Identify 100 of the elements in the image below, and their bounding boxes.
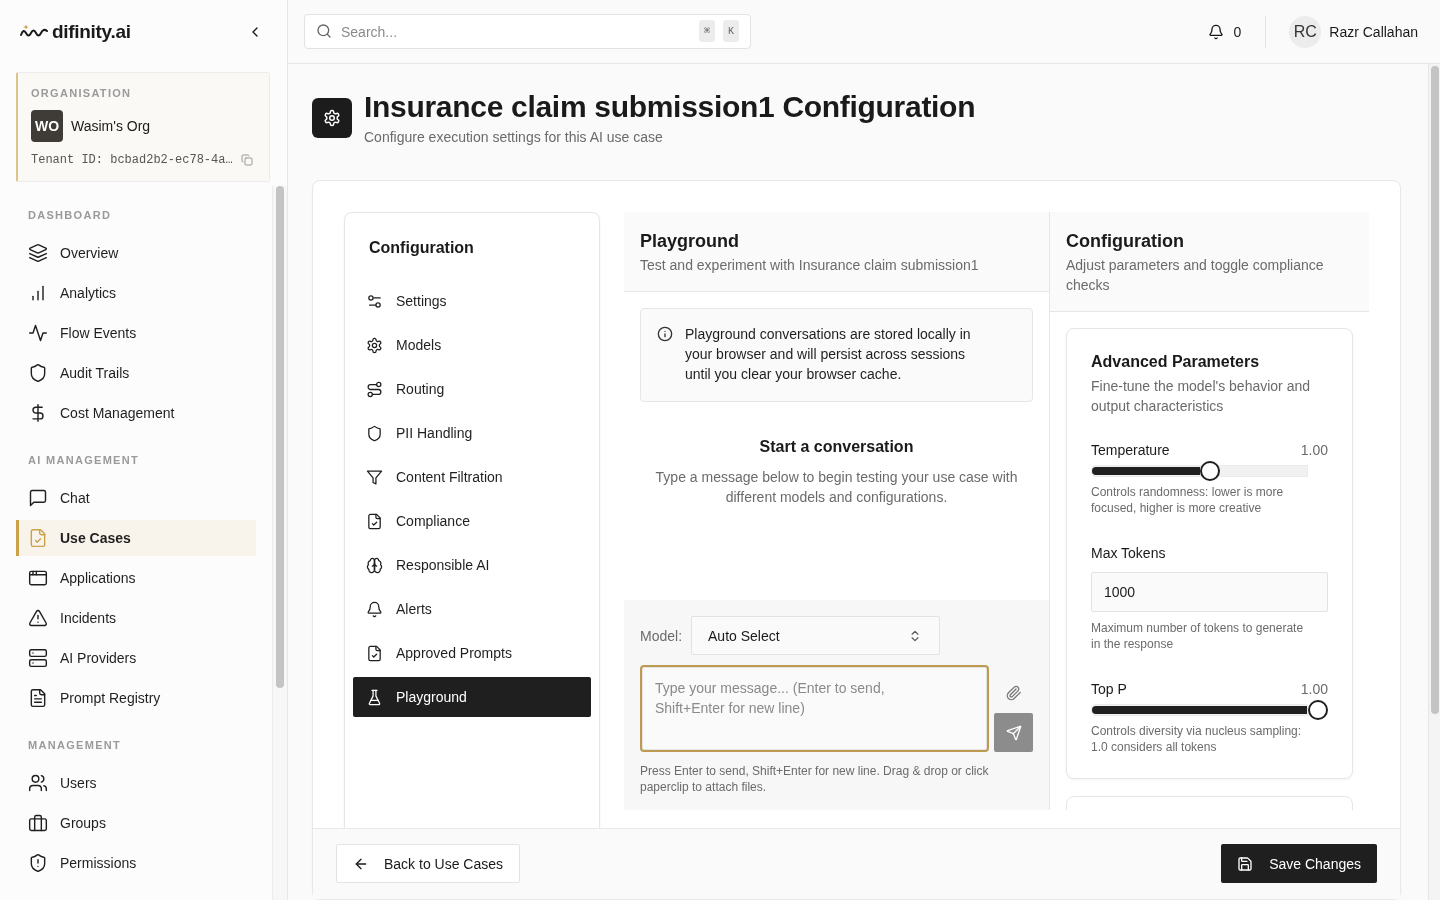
flask-icon: [366, 688, 383, 706]
gear-icon: [312, 98, 352, 138]
help-text: Controls diversity via nucleus sampling: 1.0 considers all tokens: [1091, 723, 1303, 755]
config-nav-item[interactable]: Playground: [353, 677, 591, 717]
brain-icon: [366, 556, 383, 574]
slider-thumb[interactable]: [1308, 700, 1328, 720]
file-check-icon: [28, 528, 48, 548]
config-nav-item[interactable]: Models: [353, 325, 591, 365]
sidebar-item[interactable]: Cost Management: [16, 395, 256, 431]
panel-title: Configuration: [368, 238, 475, 258]
user-avatar[interactable]: RC: [1289, 15, 1322, 48]
chat-bubble-icon: [28, 488, 48, 508]
sidebar-item[interactable]: Groups: [16, 805, 256, 841]
number-field[interactable]: 1000: [1091, 572, 1328, 612]
hint-text: Press Enter to send, Shift+Enter for new line. Drag & drop or click paperclip to attach files.: [640, 763, 990, 795]
info-icon: [657, 326, 673, 342]
window-icon: [28, 568, 48, 588]
card-subtitle: Fine-tune the model's behavior and output characteristics: [1091, 377, 1312, 416]
sliders-icon: [366, 292, 383, 310]
sidebar-item[interactable]: Use Cases: [16, 520, 256, 556]
empty-state-title: Start a conversation: [758, 437, 915, 457]
sidebar-item[interactable]: AI Providers: [16, 640, 256, 676]
help-text: Maximum number of tokens to generate in the response: [1091, 620, 1305, 652]
gear-icon: [366, 336, 383, 354]
sidebar-item[interactable]: Incidents: [16, 600, 256, 636]
param-reading: 1.00: [1300, 441, 1328, 460]
config-nav-item[interactable]: PII Handling: [353, 413, 591, 453]
sidebar-item[interactable]: Prompt Registry: [16, 680, 256, 716]
notifications-button[interactable]: 0: [1204, 19, 1246, 44]
copy-button[interactable]: [241, 154, 253, 166]
slider-thumb[interactable]: [1200, 461, 1220, 481]
back-button[interactable]: Back to Use Cases: [336, 844, 521, 883]
panel-title: Playground: [640, 230, 740, 253]
section-label: MANAGEMENT: [27, 738, 123, 753]
sidebar-item[interactable]: Applications: [16, 560, 256, 596]
paperclip-icon: [1005, 685, 1022, 701]
user-name: Razr Callahan: [1329, 23, 1418, 40]
document-icon: [28, 688, 48, 708]
param-label: Top P: [1091, 680, 1127, 699]
notice-text: Playground conversations are stored locally in your browser and will persist across sessions until you clear your browser cache.: [685, 325, 972, 384]
file-check-icon: [366, 644, 383, 662]
model-select[interactable]: Auto Select: [691, 616, 941, 655]
server-icon: [28, 648, 48, 668]
model-label: Model:: [640, 627, 683, 644]
config-nav-item[interactable]: Compliance: [353, 501, 591, 541]
save-icon: [1237, 855, 1254, 872]
organisation-label: ORGANISATION: [31, 86, 133, 100]
layers-icon: [28, 243, 48, 263]
shield-icon: [366, 424, 383, 442]
message-field[interactable]: Type your message... (Enter to send, Shift+Enter for new line): [640, 665, 989, 752]
wave-logo-icon: [20, 25, 48, 39]
sidebar-item[interactable]: Analytics: [16, 275, 256, 311]
shield-alert-icon: [28, 853, 48, 873]
pulse-icon: [28, 323, 48, 343]
config-nav-item[interactable]: Responsible AI: [353, 545, 591, 585]
sidebar-item[interactable]: Overview: [16, 235, 256, 271]
send-icon: [1005, 724, 1022, 741]
org-name: Wasim's Org: [71, 118, 151, 134]
shield-icon: [28, 363, 48, 383]
copy-icon: [241, 154, 253, 166]
section-label: DASHBOARD: [27, 208, 113, 223]
config-nav-item[interactable]: Content Filtration: [353, 457, 591, 497]
brand-name: difinity.ai: [52, 21, 131, 43]
route-icon: [366, 380, 383, 398]
briefcase-icon: [28, 813, 48, 833]
help-text: Controls randomness: lower is more focused, higher is more creative: [1091, 484, 1285, 516]
bell-icon: [1208, 23, 1225, 40]
config-nav-item[interactable]: Routing: [353, 369, 591, 409]
card-title: Advanced Parameters: [1091, 352, 1261, 372]
org-avatar: WO: [31, 110, 63, 142]
page-title: Insurance claim submission1 Configuration: [364, 89, 976, 125]
sidebar-item[interactable]: Users: [16, 765, 256, 801]
section-label: AI MANAGEMENT: [27, 453, 140, 468]
sidebar-item[interactable]: Permissions: [16, 845, 256, 881]
shortcut-key: ⌘: [699, 20, 715, 42]
param-reading: 1.00: [1300, 680, 1328, 699]
funnel-icon: [366, 468, 383, 486]
search-icon: [316, 23, 332, 39]
panel-title: Configuration: [1066, 230, 1185, 253]
scrollbar-thumb[interactable]: [1431, 66, 1439, 714]
tenant-id: Tenant ID: bcbad2b2-ec78-4a…: [31, 152, 233, 168]
save-button[interactable]: Save Changes: [1221, 844, 1377, 883]
sidebar-item[interactable]: Chat: [16, 480, 256, 516]
empty-state-text: Type a message below to begin testing your use case with different models and configurations.: [654, 468, 1019, 507]
config-nav-item[interactable]: Settings: [353, 281, 591, 321]
sidebar-item[interactable]: Flow Events: [16, 315, 256, 351]
param-label: Max Tokens: [1091, 544, 1166, 563]
users-icon: [28, 773, 48, 793]
warning-icon: [28, 608, 48, 628]
shortcut-key: K: [723, 20, 739, 42]
bell-icon: [366, 600, 383, 618]
config-nav-item[interactable]: Approved Prompts: [353, 633, 591, 673]
scrollbar-thumb[interactable]: [276, 186, 284, 688]
panel-subtitle: Test and experiment with Insurance claim submission1: [640, 256, 980, 275]
panel-subtitle: Adjust parameters and toggle compliance checks: [1066, 256, 1325, 295]
param-label: Temperature: [1091, 441, 1170, 460]
config-nav-item[interactable]: Alerts: [353, 589, 591, 629]
file-check-icon: [366, 512, 383, 530]
page-subtitle: Configure execution settings for this AI use case: [364, 128, 664, 147]
sidebar-item[interactable]: Audit Trails: [16, 355, 256, 391]
